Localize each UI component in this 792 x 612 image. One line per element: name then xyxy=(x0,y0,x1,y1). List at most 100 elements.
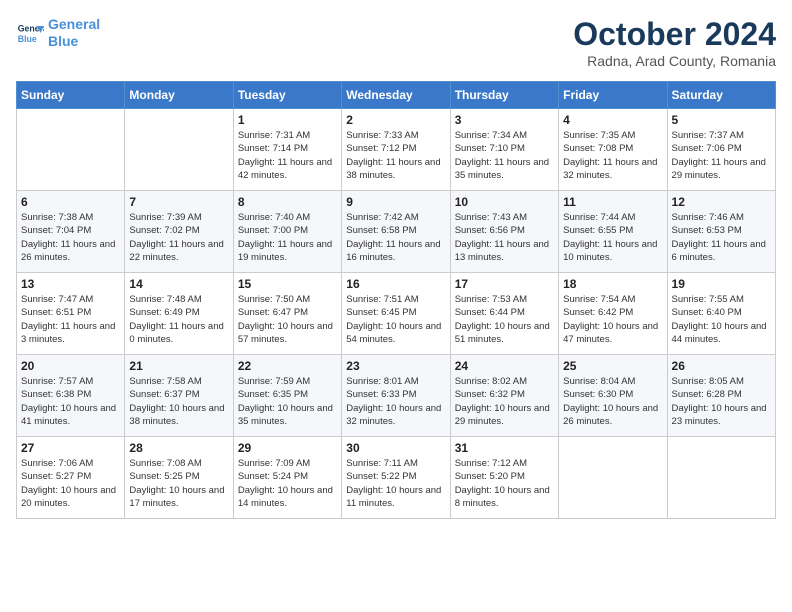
day-info: Sunrise: 7:06 AM Sunset: 5:27 PM Dayligh… xyxy=(21,457,120,510)
calendar-day-cell: 15 Sunrise: 7:50 AM Sunset: 6:47 PM Dayli… xyxy=(233,273,341,355)
day-info: Sunrise: 7:43 AM Sunset: 6:56 PM Dayligh… xyxy=(455,211,554,264)
day-info: Sunrise: 7:38 AM Sunset: 7:04 PM Dayligh… xyxy=(21,211,120,264)
calendar-week-row: 13Sunrise: 7:47 AM Sunset: 6:51 PM Dayli… xyxy=(17,273,776,355)
calendar-day-cell: 20Sunrise: 7:57 AM Sunset: 6:38 PM Dayli… xyxy=(17,355,125,437)
day-number: 9 xyxy=(346,195,445,209)
calendar-day-cell: 18 Sunrise: 7:54 AM Sunset: 6:42 PM Dayli… xyxy=(559,273,667,355)
day-number: 16 xyxy=(346,277,445,291)
calendar-day-cell: 12 Sunrise: 7:46 AM Sunset: 6:53 PM Dayli… xyxy=(667,191,775,273)
calendar-day-cell: 29 Sunrise: 7:09 AM Sunset: 5:24 PM Dayli… xyxy=(233,437,341,519)
day-info: Sunrise: 7:46 AM Sunset: 6:53 PM Dayligh… xyxy=(672,211,771,264)
day-info: Sunrise: 7:39 AM Sunset: 7:02 PM Dayligh… xyxy=(129,211,228,264)
month-title: October 2024 xyxy=(573,16,776,53)
calendar-day-cell xyxy=(17,109,125,191)
day-info: Sunrise: 7:37 AM Sunset: 7:06 PM Dayligh… xyxy=(672,129,771,182)
day-number: 12 xyxy=(672,195,771,209)
calendar-day-cell: 2Sunrise: 7:33 AM Sunset: 7:12 PM Daylig… xyxy=(342,109,450,191)
title-block: October 2024 Radna, Arad County, Romania xyxy=(573,16,776,69)
day-info: Sunrise: 7:35 AM Sunset: 7:08 PM Dayligh… xyxy=(563,129,662,182)
day-info: Sunrise: 7:11 AM Sunset: 5:22 PM Dayligh… xyxy=(346,457,445,510)
calendar-day-cell: 9 Sunrise: 7:42 AM Sunset: 6:58 PM Daylig… xyxy=(342,191,450,273)
weekday-header-cell: Thursday xyxy=(450,82,558,109)
day-number: 17 xyxy=(455,277,554,291)
day-info: Sunrise: 7:54 AM Sunset: 6:42 PM Dayligh… xyxy=(563,293,662,346)
calendar-day-cell: 26 Sunrise: 8:05 AM Sunset: 6:28 PM Dayli… xyxy=(667,355,775,437)
weekday-header-cell: Sunday xyxy=(17,82,125,109)
day-number: 29 xyxy=(238,441,337,455)
day-number: 1 xyxy=(238,113,337,127)
calendar-day-cell xyxy=(559,437,667,519)
day-info: Sunrise: 7:34 AM Sunset: 7:10 PM Dayligh… xyxy=(455,129,554,182)
calendar-week-row: 1 Sunrise: 7:31 AM Sunset: 7:14 PM Daylig… xyxy=(17,109,776,191)
calendar-body: 1 Sunrise: 7:31 AM Sunset: 7:14 PM Daylig… xyxy=(17,109,776,519)
day-number: 4 xyxy=(563,113,662,127)
day-number: 2 xyxy=(346,113,445,127)
calendar-day-cell: 17Sunrise: 7:53 AM Sunset: 6:44 PM Dayli… xyxy=(450,273,558,355)
calendar-day-cell: 27 Sunrise: 7:06 AM Sunset: 5:27 PM Dayli… xyxy=(17,437,125,519)
day-number: 28 xyxy=(129,441,228,455)
day-info: Sunrise: 7:50 AM Sunset: 6:47 PM Dayligh… xyxy=(238,293,337,346)
day-info: Sunrise: 7:08 AM Sunset: 5:25 PM Dayligh… xyxy=(129,457,228,510)
calendar-week-row: 20Sunrise: 7:57 AM Sunset: 6:38 PM Dayli… xyxy=(17,355,776,437)
calendar-day-cell: 19 Sunrise: 7:55 AM Sunset: 6:40 PM Dayli… xyxy=(667,273,775,355)
day-info: Sunrise: 7:59 AM Sunset: 6:35 PM Dayligh… xyxy=(238,375,337,428)
location-subtitle: Radna, Arad County, Romania xyxy=(573,53,776,69)
weekday-header-row: SundayMondayTuesdayWednesdayThursdayFrid… xyxy=(17,82,776,109)
day-number: 25 xyxy=(563,359,662,373)
day-number: 31 xyxy=(455,441,554,455)
calendar-day-cell xyxy=(125,109,233,191)
weekday-header-cell: Tuesday xyxy=(233,82,341,109)
weekday-header-cell: Wednesday xyxy=(342,82,450,109)
day-number: 8 xyxy=(238,195,337,209)
day-info: Sunrise: 7:47 AM Sunset: 6:51 PM Dayligh… xyxy=(21,293,120,346)
day-number: 18 xyxy=(563,277,662,291)
day-info: Sunrise: 8:01 AM Sunset: 6:33 PM Dayligh… xyxy=(346,375,445,428)
svg-text:Blue: Blue xyxy=(18,34,37,44)
day-info: Sunrise: 7:09 AM Sunset: 5:24 PM Dayligh… xyxy=(238,457,337,510)
calendar-day-cell: 8 Sunrise: 7:40 AM Sunset: 7:00 PM Daylig… xyxy=(233,191,341,273)
day-info: Sunrise: 7:44 AM Sunset: 6:55 PM Dayligh… xyxy=(563,211,662,264)
day-number: 30 xyxy=(346,441,445,455)
calendar-day-cell: 3 Sunrise: 7:34 AM Sunset: 7:10 PM Daylig… xyxy=(450,109,558,191)
calendar-table: SundayMondayTuesdayWednesdayThursdayFrid… xyxy=(16,81,776,519)
calendar-day-cell: 6 Sunrise: 7:38 AM Sunset: 7:04 PM Daylig… xyxy=(17,191,125,273)
day-info: Sunrise: 7:55 AM Sunset: 6:40 PM Dayligh… xyxy=(672,293,771,346)
day-info: Sunrise: 7:31 AM Sunset: 7:14 PM Dayligh… xyxy=(238,129,337,182)
weekday-header-cell: Friday xyxy=(559,82,667,109)
calendar-week-row: 27 Sunrise: 7:06 AM Sunset: 5:27 PM Dayli… xyxy=(17,437,776,519)
calendar-day-cell: 13Sunrise: 7:47 AM Sunset: 6:51 PM Dayli… xyxy=(17,273,125,355)
logo-line1: General xyxy=(48,16,100,32)
day-info: Sunrise: 7:40 AM Sunset: 7:00 PM Dayligh… xyxy=(238,211,337,264)
day-number: 6 xyxy=(21,195,120,209)
day-info: Sunrise: 7:58 AM Sunset: 6:37 PM Dayligh… xyxy=(129,375,228,428)
day-number: 7 xyxy=(129,195,228,209)
day-number: 3 xyxy=(455,113,554,127)
calendar-day-cell: 4 Sunrise: 7:35 AM Sunset: 7:08 PM Daylig… xyxy=(559,109,667,191)
page-header: General Blue General Blue October 2024 R… xyxy=(16,16,776,69)
day-number: 21 xyxy=(129,359,228,373)
day-info: Sunrise: 8:05 AM Sunset: 6:28 PM Dayligh… xyxy=(672,375,771,428)
calendar-day-cell: 16 Sunrise: 7:51 AM Sunset: 6:45 PM Dayli… xyxy=(342,273,450,355)
day-info: Sunrise: 7:42 AM Sunset: 6:58 PM Dayligh… xyxy=(346,211,445,264)
day-info: Sunrise: 7:12 AM Sunset: 5:20 PM Dayligh… xyxy=(455,457,554,510)
day-number: 27 xyxy=(21,441,120,455)
weekday-header-cell: Saturday xyxy=(667,82,775,109)
day-number: 10 xyxy=(455,195,554,209)
logo: General Blue General Blue xyxy=(16,16,100,50)
day-number: 11 xyxy=(563,195,662,209)
calendar-day-cell: 25 Sunrise: 8:04 AM Sunset: 6:30 PM Dayli… xyxy=(559,355,667,437)
day-info: Sunrise: 7:51 AM Sunset: 6:45 PM Dayligh… xyxy=(346,293,445,346)
day-number: 24 xyxy=(455,359,554,373)
calendar-day-cell xyxy=(667,437,775,519)
calendar-day-cell: 21 Sunrise: 7:58 AM Sunset: 6:37 PM Dayli… xyxy=(125,355,233,437)
calendar-week-row: 6 Sunrise: 7:38 AM Sunset: 7:04 PM Daylig… xyxy=(17,191,776,273)
day-number: 15 xyxy=(238,277,337,291)
day-number: 26 xyxy=(672,359,771,373)
logo-text: General Blue xyxy=(48,16,100,50)
day-number: 23 xyxy=(346,359,445,373)
day-info: Sunrise: 7:48 AM Sunset: 6:49 PM Dayligh… xyxy=(129,293,228,346)
weekday-header-cell: Monday xyxy=(125,82,233,109)
day-info: Sunrise: 8:04 AM Sunset: 6:30 PM Dayligh… xyxy=(563,375,662,428)
day-number: 19 xyxy=(672,277,771,291)
calendar-day-cell: 14Sunrise: 7:48 AM Sunset: 6:49 PM Dayli… xyxy=(125,273,233,355)
